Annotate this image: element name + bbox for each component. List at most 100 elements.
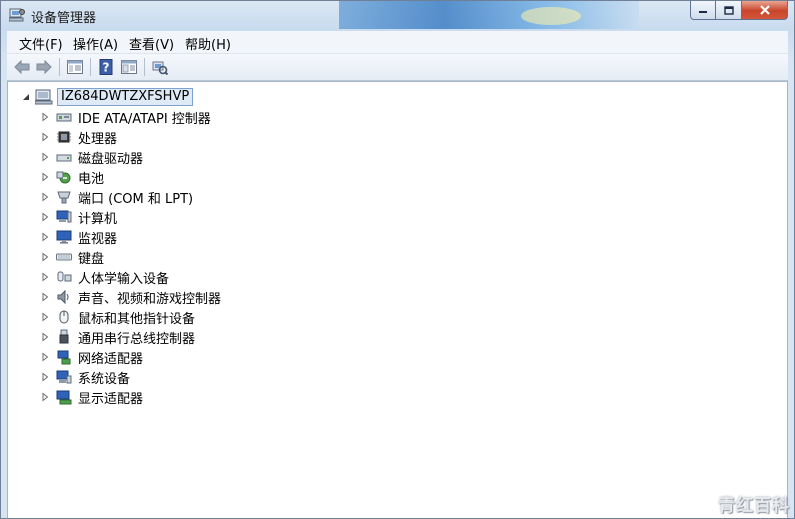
tree-item[interactable]: 声音、视频和游戏控制器 <box>40 288 221 307</box>
tree-item[interactable]: 端口 (COM 和 LPT) <box>40 188 193 207</box>
menu-action[interactable]: 操作(A) <box>73 34 118 53</box>
monitor-icon <box>56 230 72 244</box>
properties-icon <box>121 60 137 74</box>
tree-item-label[interactable]: IDE ATA/ATAPI 控制器 <box>78 108 211 127</box>
menu-file[interactable]: 文件(F) <box>19 34 63 53</box>
expand-arrow-icon[interactable] <box>40 292 50 302</box>
back-arrow-icon <box>14 60 30 74</box>
ide-controller-icon <box>56 113 72 122</box>
svg-text:?: ? <box>103 61 110 75</box>
title-bar[interactable]: 设备管理器 <box>1 1 794 29</box>
expand-arrow-icon[interactable] <box>40 172 50 182</box>
expand-arrow-icon[interactable] <box>40 352 50 362</box>
expand-arrow-icon[interactable] <box>40 132 50 142</box>
mouse-icon <box>59 310 69 324</box>
tree-item-label[interactable]: 端口 (COM 和 LPT) <box>78 188 193 207</box>
sound-icon <box>57 289 69 305</box>
tree-item-label[interactable]: 监视器 <box>78 228 117 247</box>
maximize-button[interactable] <box>716 1 742 20</box>
expand-arrow-icon[interactable] <box>40 372 50 382</box>
tree-item[interactable]: 计算机 <box>40 208 117 227</box>
expand-arrow-icon[interactable] <box>40 272 50 282</box>
title-bar-background <box>339 1 639 29</box>
tree-item-label[interactable]: 电池 <box>78 168 104 187</box>
tree-item[interactable]: IDE ATA/ATAPI 控制器 <box>40 108 211 127</box>
tree-item-label[interactable]: 处理器 <box>78 128 117 147</box>
menu-help[interactable]: 帮助(H) <box>185 34 231 53</box>
expand-arrow-icon[interactable] <box>40 332 50 342</box>
tree-item-label[interactable]: 鼠标和其他指针设备 <box>78 308 195 327</box>
tree-item[interactable]: 磁盘驱动器 <box>40 148 143 167</box>
console-tree-icon <box>67 60 83 74</box>
tree-item-label[interactable]: 键盘 <box>78 248 104 267</box>
tree-item-label[interactable]: 系统设备 <box>78 368 130 387</box>
device-manager-window: 设备管理器 文件(F) 操作(A) 查看(V) 帮助(H) ? IZ684DWT… <box>0 0 795 519</box>
title-bar-highlight <box>521 7 581 25</box>
maximize-icon <box>723 5 734 15</box>
menu-bar: 文件(F) 操作(A) 查看(V) 帮助(H) <box>7 31 788 54</box>
tree-item-label[interactable]: 显示适配器 <box>78 388 143 407</box>
tree-item-label[interactable]: 人体学输入设备 <box>78 268 169 287</box>
keyboard-icon <box>56 253 72 261</box>
toolbar-separator <box>144 58 145 76</box>
tree-item[interactable]: 鼠标和其他指针设备 <box>40 308 195 327</box>
computer-icon <box>56 210 72 223</box>
expand-arrow-icon[interactable] <box>40 212 50 222</box>
device-tree-pane[interactable]: IZ684DWTZXFSHVP IDE ATA/ATAPI 控制器 处理器 磁盘驱动… <box>7 81 788 518</box>
tree-item-label[interactable]: 网络适配器 <box>78 348 143 367</box>
network-adapter-icon <box>57 350 71 365</box>
back-button[interactable] <box>13 58 31 76</box>
tree-item-label[interactable]: 计算机 <box>78 208 117 227</box>
window-title: 设备管理器 <box>31 11 97 26</box>
close-button[interactable] <box>742 1 788 20</box>
expand-arrow-icon[interactable] <box>40 252 50 262</box>
watermark: 青红百科 <box>718 496 790 516</box>
menu-view[interactable]: 查看(V) <box>129 34 174 53</box>
close-icon <box>759 5 770 15</box>
tree-item[interactable]: 电池 <box>40 168 104 187</box>
tree-item[interactable]: 显示适配器 <box>40 388 143 407</box>
tree-item[interactable]: 监视器 <box>40 228 117 247</box>
scan-hardware-changes-button[interactable] <box>151 58 169 76</box>
tree-item[interactable]: 处理器 <box>40 128 117 147</box>
collapse-arrow-icon[interactable] <box>21 92 31 102</box>
help-button[interactable]: ? <box>97 58 115 76</box>
expand-arrow-icon[interactable] <box>40 192 50 202</box>
hid-icon <box>57 271 72 282</box>
computer-name[interactable]: IZ684DWTZXFSHVP <box>57 88 194 106</box>
forward-button[interactable] <box>35 58 53 76</box>
tree-item[interactable]: 网络适配器 <box>40 348 143 367</box>
show-hide-console-tree-button[interactable] <box>66 58 84 76</box>
tree-root[interactable]: IZ684DWTZXFSHVP <box>21 88 194 106</box>
help-icon: ? <box>99 59 113 75</box>
device-manager-icon <box>9 8 25 22</box>
usb-icon <box>59 329 69 344</box>
tree-item[interactable]: 系统设备 <box>40 368 130 387</box>
display-adapter-icon <box>56 390 72 405</box>
port-icon <box>57 191 71 204</box>
expand-arrow-icon[interactable] <box>40 312 50 322</box>
forward-arrow-icon <box>36 60 52 74</box>
toolbar: ? <box>7 54 788 81</box>
tree-item[interactable]: 通用串行总线控制器 <box>40 328 195 347</box>
minimize-icon <box>699 11 707 13</box>
tree-item-label[interactable]: 声音、视频和游戏控制器 <box>78 288 221 307</box>
computer-root-icon <box>35 89 53 105</box>
expand-arrow-icon[interactable] <box>40 392 50 402</box>
expand-arrow-icon[interactable] <box>40 112 50 122</box>
toolbar-separator <box>90 58 91 76</box>
disk-drive-icon <box>56 154 72 162</box>
properties-button[interactable] <box>120 58 138 76</box>
expand-arrow-icon[interactable] <box>40 232 50 242</box>
toolbar-separator <box>59 58 60 76</box>
minimize-button[interactable] <box>690 1 716 20</box>
scan-hardware-icon <box>152 61 168 75</box>
expand-arrow-icon[interactable] <box>40 152 50 162</box>
battery-icon <box>56 171 71 184</box>
tree-item[interactable]: 键盘 <box>40 248 104 267</box>
tree-item[interactable]: 人体学输入设备 <box>40 268 169 287</box>
system-device-icon <box>56 370 72 384</box>
tree-item-label[interactable]: 通用串行总线控制器 <box>78 328 195 347</box>
tree-item-label[interactable]: 磁盘驱动器 <box>78 148 143 167</box>
processor-icon <box>57 131 71 143</box>
